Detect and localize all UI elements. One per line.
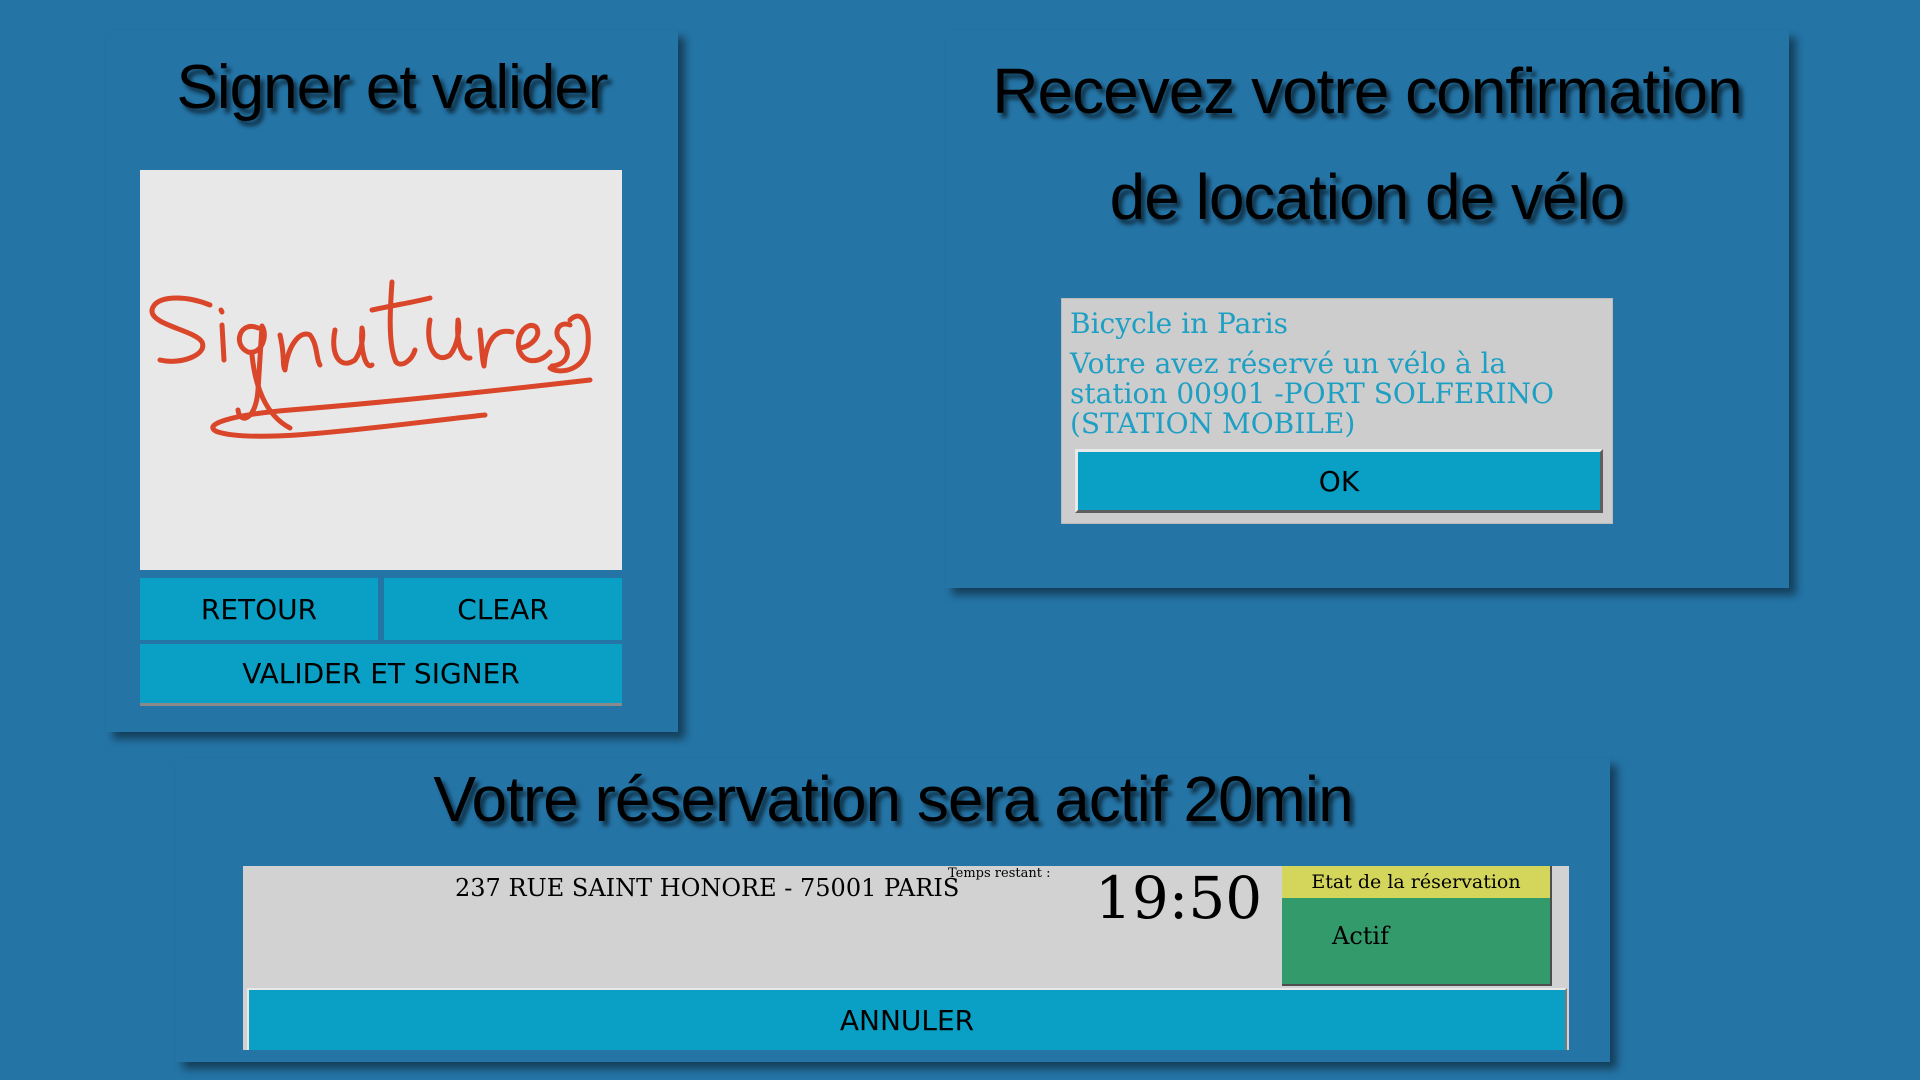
signature-panel-title: Signer et valider [176, 53, 608, 122]
confirmation-panel: Recevez votre confirmation de location d… [945, 30, 1789, 588]
back-button[interactable]: RETOUR [140, 578, 378, 640]
signature-panel: Signer et valider RETOUR CLEAR VALIDER E… [106, 30, 678, 732]
reservation-panel: Votre réservation sera actif 20min 237 R… [176, 758, 1610, 1062]
status-value: Actif [1332, 922, 1389, 950]
reservation-card: 237 RUE SAINT HONORE - 75001 PARIS Temps… [243, 864, 1569, 1050]
signature-drawing [149, 279, 593, 439]
time-remaining-value: 19:50 [1095, 864, 1263, 932]
time-remaining-label: Temps restant : [948, 866, 1051, 881]
validate-sign-button[interactable]: VALIDER ET SIGNER [140, 644, 622, 706]
reservation-address: 237 RUE SAINT HONORE - 75001 PARIS [455, 874, 960, 902]
status-header: Etat de la réservation [1282, 866, 1550, 898]
dialog-message: Votre avez réservé un vélo à la station … [1070, 347, 1554, 440]
confirmation-title-line1: Recevez votre confirmation [992, 55, 1742, 127]
confirmation-dialog: Bicycle in Paris Votre avez réservé un v… [1061, 298, 1613, 524]
confirmation-title-line2: de location de vélo [1109, 161, 1626, 233]
cancel-button[interactable]: ANNULER [247, 988, 1567, 1050]
status-box: Etat de la réservation Actif [1282, 866, 1552, 986]
dialog-title: Bicycle in Paris [1070, 307, 1289, 340]
reservation-title: Votre réservation sera actif 20min [433, 763, 1353, 835]
signature-pad[interactable] [140, 170, 622, 570]
clear-button[interactable]: CLEAR [384, 578, 622, 640]
ok-button[interactable]: OK [1075, 449, 1603, 513]
